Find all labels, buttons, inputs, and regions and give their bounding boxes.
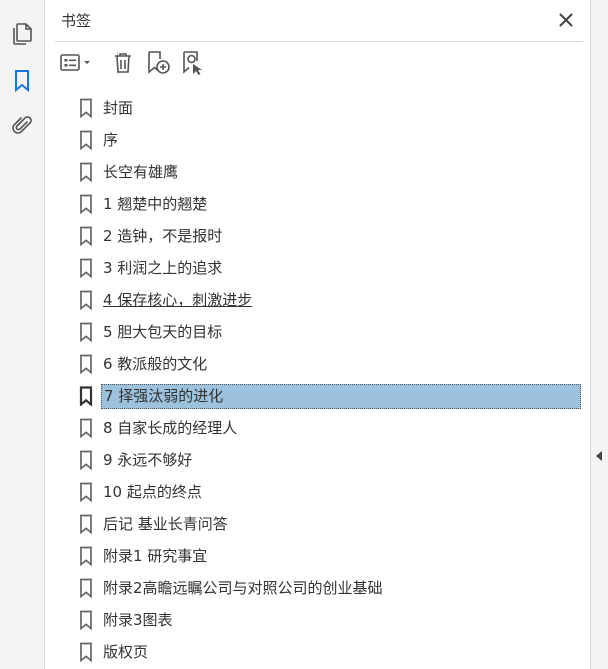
bookmark-label: 6 教派般的文化 [103,355,208,373]
bookmark-item[interactable]: 长空有雄鹰 [75,156,585,188]
bookmark-label: 7 择强汰弱的进化 [101,383,581,409]
bookmark-icon [77,289,95,311]
bookmark-label: 3 利润之上的追求 [103,259,223,277]
attachments-icon[interactable] [8,112,36,140]
bookmark-icon [77,545,95,567]
bookmark-icon [77,321,95,343]
right-collapse-rail [590,0,608,669]
bookmark-label: 序 [103,131,119,149]
left-navigation-rail [0,0,45,669]
pages-icon[interactable] [8,20,36,48]
bookmark-label: 版权页 [103,643,149,661]
bookmark-icon [77,577,95,599]
bookmark-item[interactable]: 后记 基业长青问答 [75,508,585,540]
bookmark-item[interactable]: 10 起点的终点 [75,476,585,508]
bookmark-label: 5 胆大包天的目标 [103,323,223,341]
bookmarks-icon[interactable] [8,67,36,95]
bookmark-item[interactable]: 9 永远不够好 [75,444,585,476]
bookmark-label: 附录3图表 [103,611,173,629]
bookmark-label: 4 保存核心，刺激进步 [103,291,253,309]
bookmark-icon [77,385,95,407]
bookmark-icon [77,481,95,503]
bookmark-icon [77,97,95,119]
close-icon[interactable] [554,8,578,32]
bookmark-label: 后记 基业长青问答 [103,515,228,533]
find-current-bookmark-icon[interactable] [180,50,206,76]
bookmark-label: 10 起点的终点 [103,483,202,501]
panel-title: 书签 [61,12,92,30]
bookmark-icon [77,449,95,471]
bookmark-icon [77,417,95,439]
bookmark-item[interactable]: 附录1 研究事宜 [75,540,585,572]
delete-bookmark-icon[interactable] [111,50,135,76]
bookmark-icon [77,193,95,215]
bookmark-list: 封面序长空有雄鹰 1 翘楚中的翘楚 2 造钟，不是报时 3 利润之上的追求 4 保存核心… [75,92,585,668]
header-divider [55,41,583,42]
bookmark-item[interactable]: 2 造钟，不是报时 [75,220,585,252]
bookmark-icon [77,513,95,535]
bookmark-label: 1 翘楚中的翘楚 [103,195,208,213]
bookmark-icon [77,225,95,247]
bookmark-item[interactable]: 序 [75,124,585,156]
bookmark-icon [77,161,95,183]
bookmark-icon [77,353,95,375]
bookmark-item[interactable]: 版权页 [75,636,585,668]
bookmark-item[interactable]: 6 教派般的文化 [75,348,585,380]
options-menu-button[interactable] [59,50,95,76]
bookmark-item[interactable]: 附录3图表 [75,604,585,636]
bookmark-label: 长空有雄鹰 [103,163,179,181]
bookmark-label: 封面 [103,99,134,117]
bookmark-item[interactable]: 3 利润之上的追求 [75,252,585,284]
bookmark-item[interactable]: 1 翘楚中的翘楚 [75,188,585,220]
bookmark-icon [77,641,95,663]
bookmarks-toolbar [59,48,579,78]
bookmark-label: 8 自家长成的经理人 [103,419,238,437]
bookmark-icon [77,609,95,631]
bookmark-icon [77,257,95,279]
bookmark-item[interactable]: 4 保存核心，刺激进步 [75,284,585,316]
bookmark-item[interactable]: 附录2高瞻远瞩公司与对照公司的创业基础 [75,572,585,604]
bookmark-label: 2 造钟，不是报时 [103,227,223,245]
bookmarks-panel: 书签 封面 序 长空有雄鹰 1 翘楚中的翘楚 2 造钟，不是报时 3 利润之上的… [45,0,590,669]
bookmark-item[interactable]: 8 自家长成的经理人 [75,412,585,444]
bookmark-label: 附录1 研究事宜 [103,547,208,565]
bookmark-item[interactable]: 5 胆大包天的目标 [75,316,585,348]
bookmark-label: 9 永远不够好 [103,451,193,469]
bookmark-item[interactable]: 7 择强汰弱的进化 [75,380,585,412]
bookmark-icon [77,129,95,151]
collapse-arrow-icon[interactable] [596,451,602,461]
panel-header: 书签 [61,8,583,34]
new-bookmark-icon[interactable] [145,50,171,76]
bookmark-label: 附录2高瞻远瞩公司与对照公司的创业基础 [103,579,383,597]
bookmark-item[interactable]: 封面 [75,92,585,124]
